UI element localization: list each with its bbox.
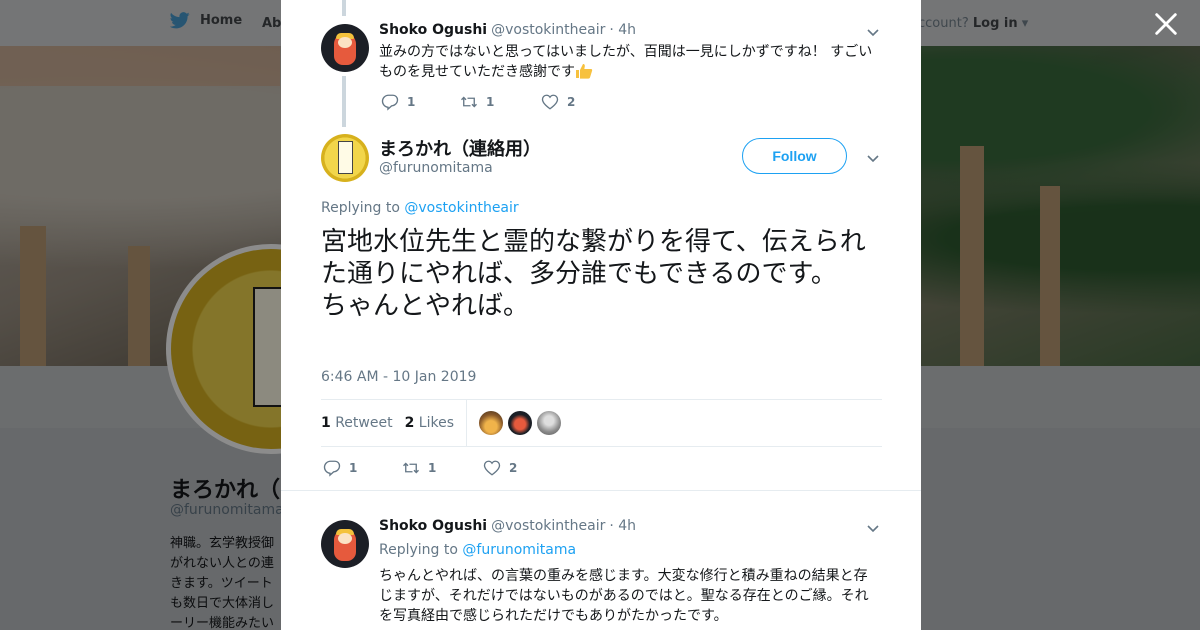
replying-to-link[interactable]: @vostokintheair: [404, 200, 518, 216]
main-tweet-text: 宮地水位先生と霊的な繋がりを得て、伝えられた通りにやれば、多分誰でもできるのです…: [321, 227, 866, 321]
reply-separator: [281, 490, 921, 500]
tweet-author-name[interactable]: Shoko Ogushi: [379, 22, 487, 38]
retweet-stat-label: Retweet: [335, 415, 393, 431]
retweet-button[interactable]: 1: [402, 459, 483, 477]
replying-prefix: Replying to: [379, 542, 458, 558]
thumbs-up-icon: [576, 64, 593, 79]
retweet-count: 1: [486, 95, 495, 109]
tweet-timestamp[interactable]: 6:46 AM - 10 Jan 2019: [321, 369, 476, 385]
avatar[interactable]: [321, 134, 369, 182]
reply-count: 1: [349, 461, 358, 475]
tweet-author-handle[interactable]: @vostokintheair: [491, 518, 605, 534]
avatar[interactable]: [321, 520, 369, 568]
doll-face: [338, 533, 352, 544]
reply-button[interactable]: 1: [323, 459, 402, 477]
doll-face: [338, 37, 352, 48]
avatar-plate: [338, 141, 353, 174]
chevron-down-icon[interactable]: [866, 520, 880, 534]
like-button[interactable]: 2: [541, 93, 575, 111]
thread-line: [342, 76, 346, 127]
liker-avatar[interactable]: [537, 411, 561, 435]
tweet-time[interactable]: · 4h: [609, 22, 636, 38]
replying-prefix: Replying to: [321, 200, 400, 216]
chevron-down-icon[interactable]: [866, 150, 880, 164]
tweet-modal: Shoko Ogushi @vostokintheair · 4h 並みの方では…: [281, 0, 921, 630]
retweet-count: 1: [428, 461, 437, 475]
retweet-button[interactable]: 1: [460, 93, 541, 111]
retweet-icon: [403, 462, 419, 474]
reply-count: 1: [407, 95, 416, 109]
tweet-stats: 1 Retweet 2 Likes: [321, 399, 882, 447]
tweet-actions: 1 1 2: [381, 93, 575, 111]
replying-to: Replying to @vostokintheair: [321, 200, 519, 216]
replying-to-link[interactable]: @furunomitama: [462, 542, 576, 558]
reply-button[interactable]: 1: [381, 93, 460, 111]
like-stat-count: 2: [404, 415, 415, 431]
main-tweet-author-name[interactable]: まろかれ（連絡用）: [379, 135, 541, 161]
like-stat-label: Likes: [418, 415, 454, 431]
close-icon[interactable]: [1152, 10, 1180, 38]
follow-button[interactable]: Follow: [742, 138, 847, 174]
main-tweet-author-handle[interactable]: @furunomitama: [379, 160, 493, 176]
liker-avatars: [479, 411, 561, 435]
tweet-author-name[interactable]: Shoko Ogushi: [379, 518, 487, 534]
liker-avatar[interactable]: [508, 411, 532, 435]
tweet-time[interactable]: · 4h: [609, 518, 636, 534]
like-count: 2: [567, 95, 576, 109]
heart-icon: [541, 94, 559, 110]
tweet-text-body: 並みの方ではないと思ってはいましたが、百聞は一見にしかずですね！ すごいものを見…: [379, 44, 873, 80]
replying-to: Replying to @furunomitama: [379, 542, 576, 558]
thread-line: [342, 0, 346, 16]
tweet-text: 並みの方ではないと思ってはいましたが、百聞は一見にしかずですね！ すごいものを見…: [379, 42, 879, 82]
retweet-icon: [461, 96, 477, 108]
avatar[interactable]: [321, 24, 369, 72]
stats-divider: [466, 400, 467, 446]
tweet-header: Shoko Ogushi @vostokintheair · 4h: [379, 22, 636, 38]
chevron-down-icon[interactable]: [866, 24, 880, 38]
retweet-stat[interactable]: 1 Retweet: [321, 415, 393, 431]
main-tweet-actions: 1 1 2: [323, 459, 517, 477]
reply-icon: [323, 460, 341, 477]
tweet-header: Shoko Ogushi @vostokintheair · 4h: [379, 518, 636, 534]
like-stat[interactable]: 2 Likes: [405, 415, 454, 431]
tweet-text: ちゃんとやれば、の言葉の重みを感じます。大変な修行と積み重ねの結果と存じますが、…: [379, 568, 869, 624]
heart-icon: [483, 460, 501, 476]
reply-icon: [381, 94, 399, 111]
like-count: 2: [509, 461, 518, 475]
liker-avatar[interactable]: [479, 411, 503, 435]
like-button[interactable]: 2: [483, 459, 517, 477]
tweet-author-handle[interactable]: @vostokintheair: [491, 22, 605, 38]
retweet-stat-count: 1: [321, 415, 331, 431]
